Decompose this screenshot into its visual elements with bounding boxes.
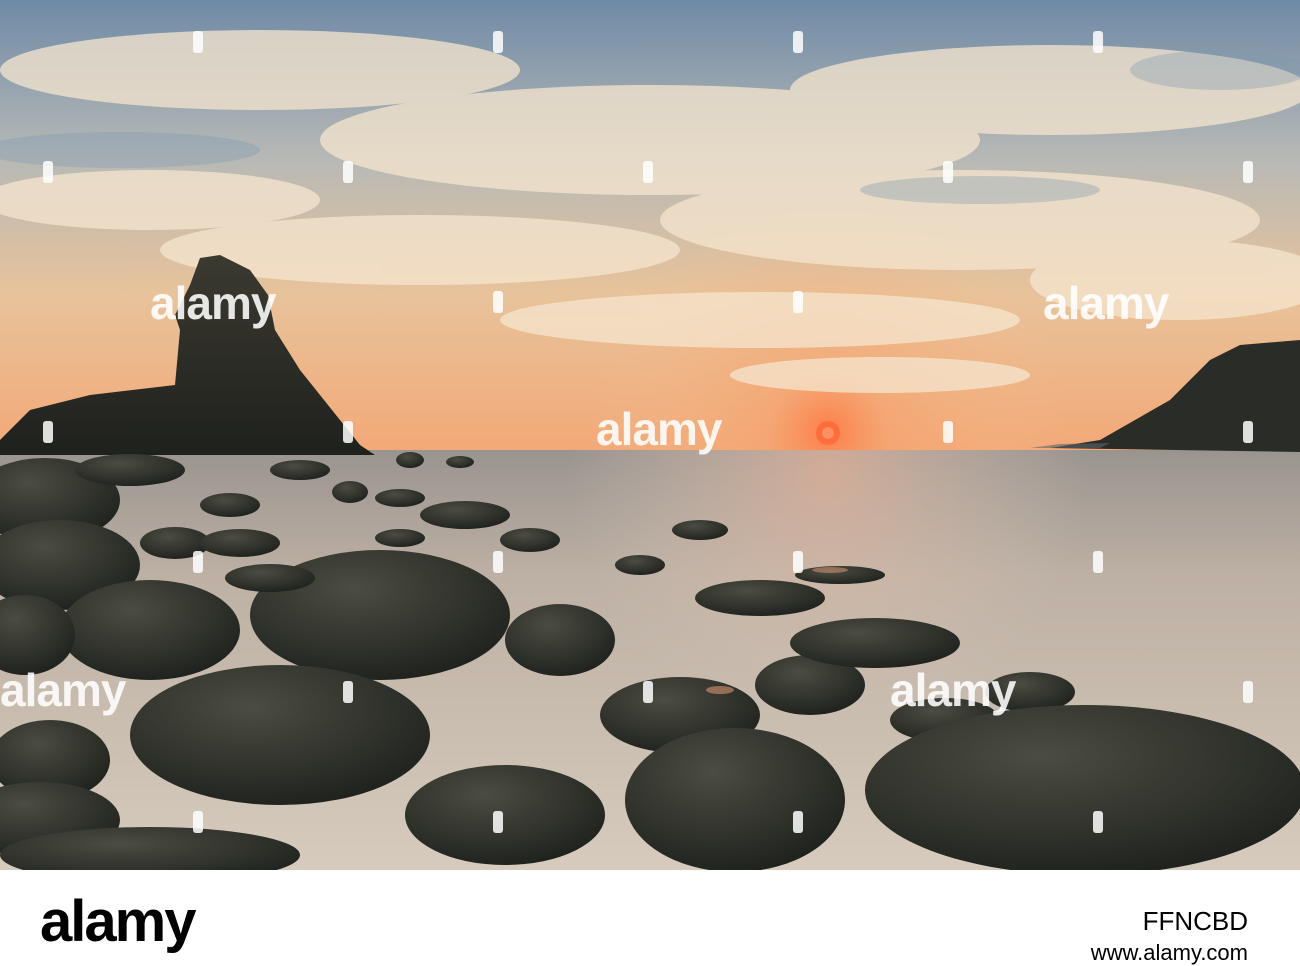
footer-logo: alamy bbox=[40, 889, 196, 954]
footer-url[interactable]: www.alamy.com bbox=[1091, 940, 1248, 966]
footer-bar: alamy FFNCBD www.alamy.com bbox=[0, 870, 1300, 965]
sunset-seascape-photo bbox=[0, 0, 1300, 870]
image-id: FFNCBD bbox=[1142, 906, 1248, 936]
